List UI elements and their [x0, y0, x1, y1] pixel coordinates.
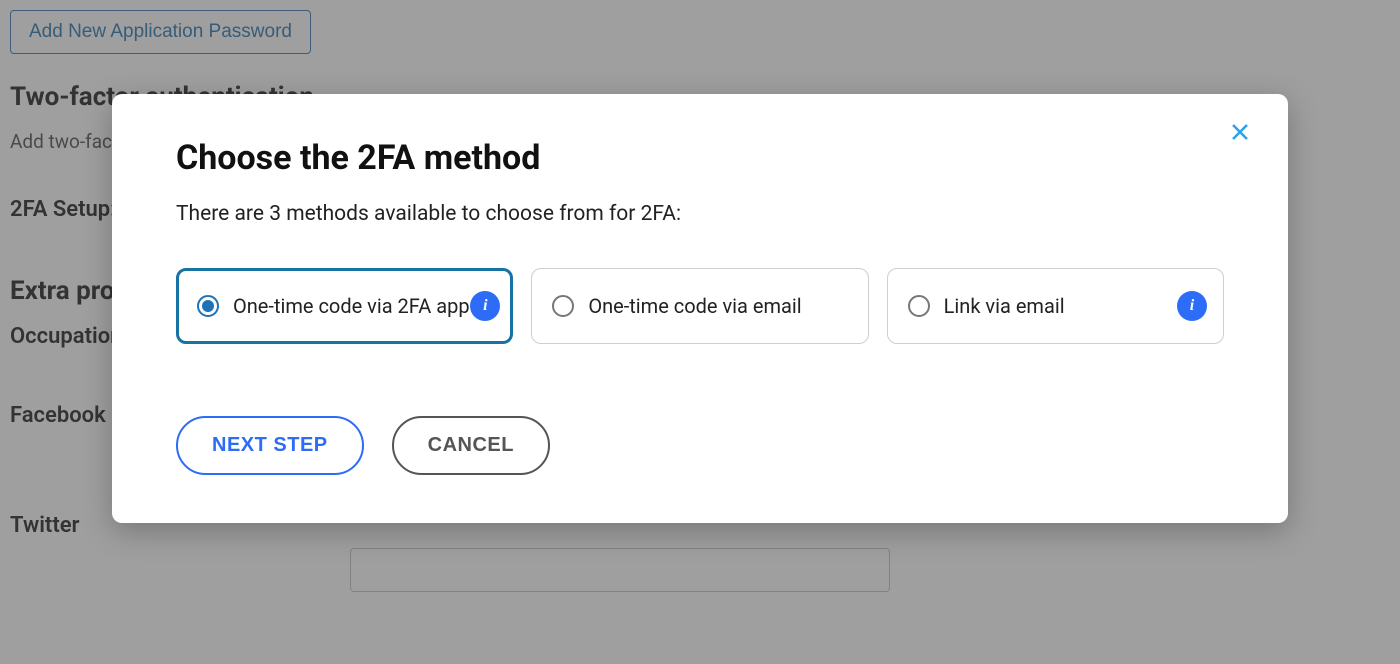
radio-icon: [908, 295, 930, 317]
option-label: One-time code via 2FA app: [233, 294, 470, 318]
info-icon[interactable]: i: [1177, 291, 1207, 321]
info-icon[interactable]: i: [470, 291, 500, 321]
option-label: Link via email: [944, 294, 1065, 318]
option-label: One-time code via email: [588, 294, 801, 318]
tfa-option-app[interactable]: One-time code via 2FA app i: [176, 268, 513, 344]
modal-actions: NEXT STEP CANCEL: [176, 416, 1224, 475]
modal-description: There are 3 methods available to choose …: [176, 202, 1224, 226]
next-step-button[interactable]: NEXT STEP: [176, 416, 364, 475]
radio-icon: [197, 295, 219, 317]
radio-icon: [552, 295, 574, 317]
cancel-button[interactable]: CANCEL: [392, 416, 550, 475]
tfa-option-email-code[interactable]: One-time code via email: [531, 268, 868, 344]
close-icon[interactable]: [1226, 118, 1254, 146]
tfa-options: One-time code via 2FA app i One-time cod…: [176, 268, 1224, 344]
modal-overlay: Choose the 2FA method There are 3 method…: [0, 0, 1400, 664]
tfa-option-email-link[interactable]: Link via email i: [887, 268, 1224, 344]
tfa-method-modal: Choose the 2FA method There are 3 method…: [112, 94, 1288, 523]
modal-title: Choose the 2FA method: [176, 138, 1224, 178]
